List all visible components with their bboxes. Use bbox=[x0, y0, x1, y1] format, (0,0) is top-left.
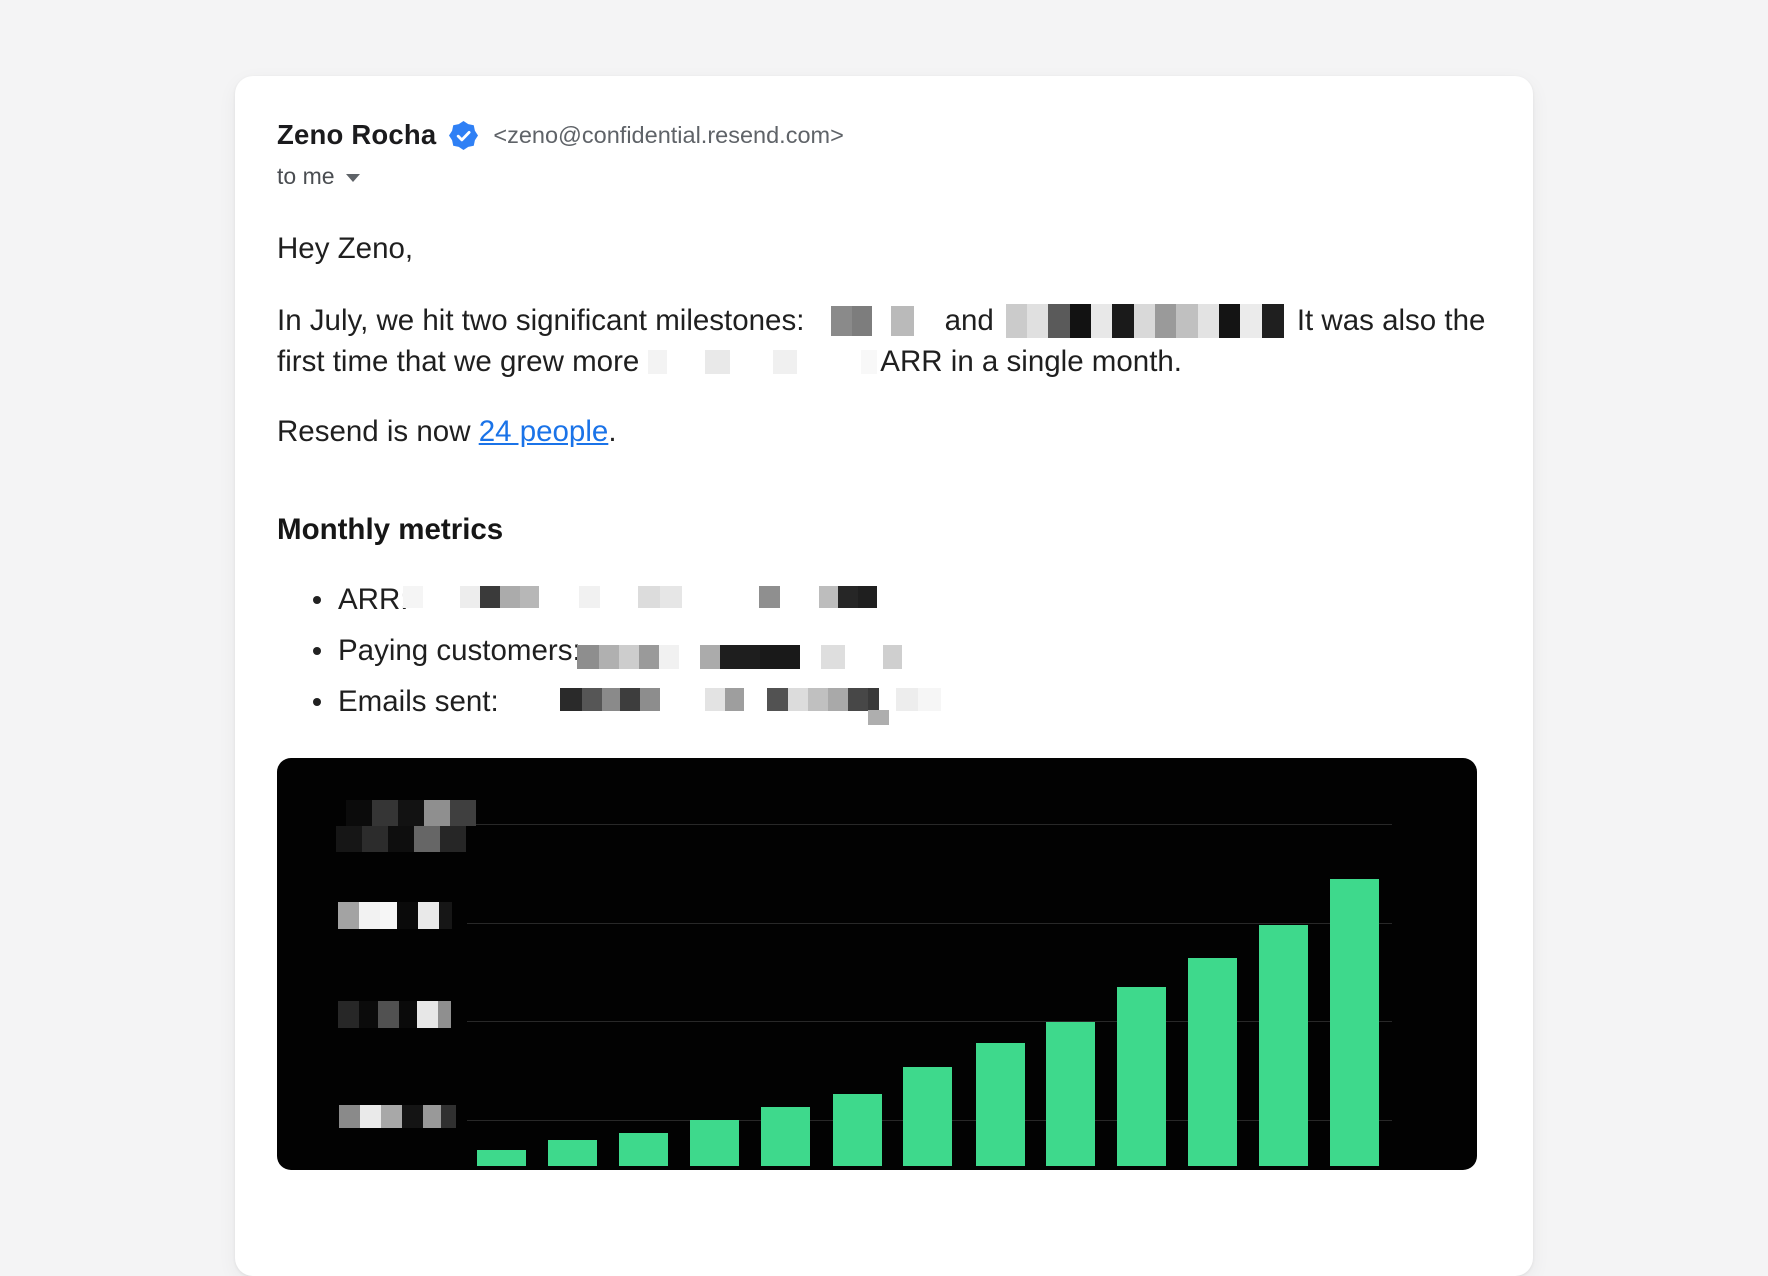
bullet-label: ARR: bbox=[338, 583, 408, 617]
chart-bar bbox=[619, 1133, 668, 1166]
chart-bar bbox=[477, 1150, 526, 1166]
chart-bar bbox=[1330, 879, 1379, 1166]
body-text: Resend is now bbox=[277, 415, 479, 449]
redacted-axis-label bbox=[339, 1105, 456, 1128]
redacted-text bbox=[560, 688, 941, 711]
recipient-label: to me bbox=[277, 163, 335, 190]
chart-bar bbox=[903, 1067, 952, 1166]
list-item-emails: Emails sent: bbox=[277, 685, 499, 719]
people-count-link[interactable]: 24 people bbox=[479, 415, 609, 449]
bullet-icon bbox=[313, 698, 321, 706]
bullet-icon bbox=[313, 596, 321, 604]
chart-bar bbox=[548, 1140, 597, 1166]
chart-bar bbox=[833, 1094, 882, 1166]
metrics-chart bbox=[277, 758, 1477, 1170]
chart-bar bbox=[761, 1107, 810, 1166]
greeting-text: Hey Zeno, bbox=[277, 228, 413, 269]
redacted-text bbox=[648, 350, 877, 374]
body-text: . bbox=[608, 415, 616, 449]
paragraph-2: Resend is now 24 people . bbox=[277, 411, 617, 452]
body-text: first time that we grew more bbox=[277, 345, 639, 379]
chart-bar bbox=[1117, 987, 1166, 1166]
chevron-down-icon bbox=[346, 174, 360, 182]
recipient-toggle[interactable]: to me bbox=[277, 161, 360, 191]
paragraph-line-2: first time that we grew more ARR in a si… bbox=[277, 341, 1182, 382]
sender-name: Zeno Rocha bbox=[277, 119, 436, 151]
list-item-customers: Paying customers: bbox=[277, 634, 581, 668]
chart-gridline bbox=[467, 824, 1392, 825]
list-item-arr: ARR: bbox=[277, 583, 408, 617]
redacted-text bbox=[577, 645, 902, 669]
bullet-label: Emails sent: bbox=[338, 685, 499, 719]
bullet-icon bbox=[313, 647, 321, 655]
chart-bar bbox=[1046, 1022, 1095, 1166]
redacted-text bbox=[1006, 304, 1284, 338]
sender-email: <zeno@confidential.resend.com> bbox=[493, 122, 843, 149]
chart-bar bbox=[690, 1120, 739, 1166]
body-text: In July, we hit two significant mileston… bbox=[277, 304, 813, 338]
bullet-label: Paying customers: bbox=[338, 634, 581, 668]
redacted-axis-label bbox=[338, 902, 452, 929]
metrics-heading: Monthly metrics bbox=[277, 509, 503, 550]
email-header: Zeno Rocha <zeno@confidential.resend.com… bbox=[277, 116, 844, 154]
chart-bar bbox=[1188, 958, 1237, 1166]
redacted-text bbox=[868, 710, 889, 725]
paragraph-line-1: In July, we hit two significant mileston… bbox=[277, 300, 1485, 341]
chart-gridline bbox=[467, 923, 1392, 924]
chart-bar bbox=[1259, 925, 1308, 1166]
redacted-axis-label bbox=[336, 800, 476, 852]
body-text: It was also the bbox=[1297, 304, 1486, 338]
redacted-text bbox=[403, 586, 877, 608]
body-text: and bbox=[945, 304, 994, 338]
body-text: ARR in a single month. bbox=[880, 345, 1182, 379]
redacted-text bbox=[831, 306, 872, 336]
redacted-text bbox=[891, 306, 914, 336]
redacted-axis-label bbox=[338, 1001, 451, 1028]
chart-gridline bbox=[467, 1021, 1392, 1022]
chart-bar bbox=[976, 1043, 1025, 1166]
verified-badge-icon bbox=[449, 121, 478, 150]
